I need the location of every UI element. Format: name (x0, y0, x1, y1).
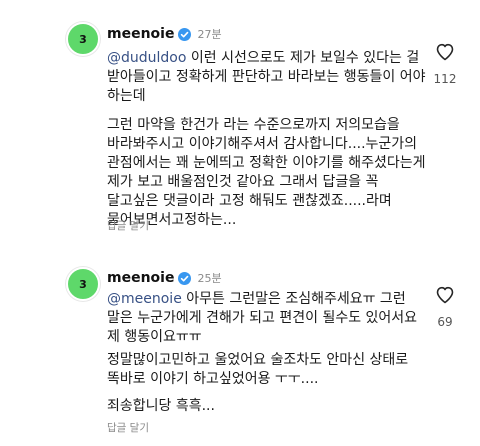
avatar-label: 3 (79, 277, 87, 291)
mention-link[interactable]: @duduldoo (107, 50, 186, 66)
comment-text: @duduldoo 이런 시선으로도 제가 보일수 있다는 걸 받아들이고 정확… (107, 49, 427, 230)
heart-icon[interactable] (435, 285, 455, 305)
mention-link[interactable]: @meenoie (107, 291, 182, 307)
comment-line: 정말많이고민하고 울었어요 술조차도 안마신 상태로 똑바로 이야기 하고싶었어… (107, 352, 409, 387)
avatar[interactable]: 3 (66, 267, 100, 301)
comment-paragraph: @duduldoo 이런 시선으로도 제가 보일수 있다는 걸 받아들이고 정확… (107, 49, 427, 106)
comment-paragraph: 죄송합니당 흑흑... (107, 397, 427, 416)
username[interactable]: meenoie (107, 26, 174, 42)
avatar[interactable]: 3 (66, 22, 100, 56)
like-count: 69 (437, 315, 453, 329)
username[interactable]: meenoie (107, 270, 174, 286)
verified-badge-icon (178, 271, 192, 285)
verified-badge-icon (178, 27, 192, 41)
heart-icon[interactable] (435, 42, 455, 62)
comment-line: 그런 마약을 한건가 라는 수준으로까지 저의모습을 바라봐주시고 이야기해주셔… (107, 117, 426, 228)
comment-line: 죄송합니당 흑흑... (107, 398, 215, 414)
timestamp: 25분 (197, 272, 222, 285)
comment-header: meenoie 27분 (107, 26, 222, 42)
comment-paragraph: 그런 마약을 한건가 라는 수준으로까지 저의모습을 바라봐주시고 이야기해주셔… (107, 116, 427, 230)
comment-text: @meenoie 아무튼 그런말은 조심해주세요ㅠ 그런 말은 누군가에게 견해… (107, 290, 427, 416)
reply-button[interactable]: 답글 달기 (107, 218, 149, 233)
timestamp: 27분 (197, 28, 222, 41)
comment-paragraph: 정말많이고민하고 울었어요 술조차도 안마신 상태로 똑바로 이야기 하고싶었어… (107, 351, 427, 389)
like-count: 112 (433, 72, 457, 86)
comment-header: meenoie 25분 (107, 270, 222, 286)
reply-button[interactable]: 답글 달기 (107, 420, 149, 435)
comment-paragraph: @meenoie 아무튼 그런말은 조심해주세요ㅠ 그런 말은 누군가에게 견해… (107, 290, 427, 347)
avatar-label: 3 (79, 32, 87, 46)
